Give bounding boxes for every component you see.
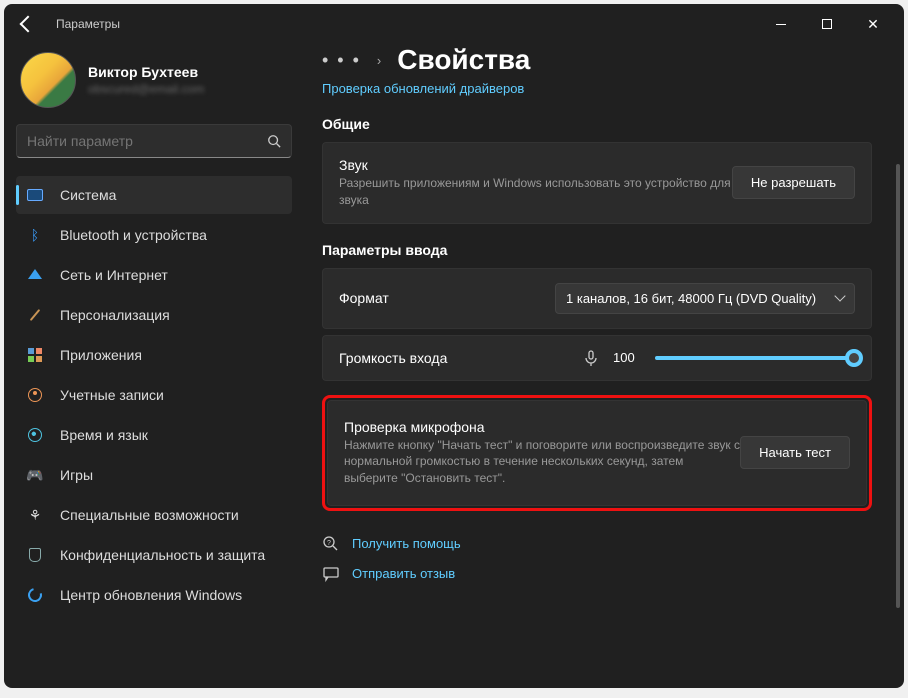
sidebar: Виктор Бухтеев obscured@email.com Систем… <box>4 44 304 688</box>
format-label: Формат <box>339 290 555 306</box>
games-icon: 🎮 <box>26 466 44 484</box>
privacy-icon <box>26 546 44 564</box>
slider-thumb[interactable] <box>845 349 863 367</box>
window-controls: ✕ <box>758 8 896 40</box>
nav-label: Центр обновления Windows <box>60 587 242 603</box>
nav-personalization[interactable]: Персонализация <box>16 296 292 334</box>
nav-update[interactable]: Центр обновления Windows <box>16 576 292 614</box>
nav-label: Система <box>60 187 116 203</box>
minimize-icon <box>776 24 786 25</box>
search-field[interactable] <box>16 124 292 158</box>
nav-label: Сеть и Интернет <box>60 267 168 283</box>
nav-time[interactable]: Время и язык <box>16 416 292 454</box>
chevron-right-icon: › <box>377 53 381 68</box>
nav-label: Приложения <box>60 347 142 363</box>
mic-test-title: Проверка микрофона <box>344 419 740 435</box>
chevron-down-icon <box>834 290 845 301</box>
body: Виктор Бухтеев obscured@email.com Систем… <box>4 44 904 688</box>
format-value: 1 каналов, 16 бит, 48000 Гц (DVD Quality… <box>566 291 816 306</box>
user-email: obscured@email.com <box>88 82 204 96</box>
close-icon: ✕ <box>867 16 879 33</box>
nav-accounts[interactable]: Учетные записи <box>16 376 292 414</box>
minimize-button[interactable] <box>758 8 804 40</box>
volume-slider[interactable] <box>655 356 855 360</box>
apps-icon <box>26 346 44 364</box>
driver-update-link[interactable]: Проверка обновлений драйверов <box>322 81 524 96</box>
section-input-title: Параметры ввода <box>322 242 872 258</box>
nav-network[interactable]: Сеть и Интернет <box>16 256 292 294</box>
network-icon <box>26 266 44 284</box>
window-title: Параметры <box>56 17 120 31</box>
search-input[interactable] <box>27 133 267 149</box>
page-title: Свойства <box>397 44 530 76</box>
svg-text:?: ? <box>327 540 331 547</box>
maximize-button[interactable] <box>804 8 850 40</box>
footer-links: ? Получить помощь Отправить отзыв <box>322 529 872 589</box>
arrow-left-icon <box>20 16 37 33</box>
volume-label: Громкость входа <box>339 350 569 366</box>
format-card: Формат 1 каналов, 16 бит, 48000 Гц (DVD … <box>322 268 872 329</box>
nav-label: Время и язык <box>60 427 148 443</box>
nav-accessibility[interactable]: ⚘ Специальные возможности <box>16 496 292 534</box>
titlebar: Параметры ✕ <box>4 4 904 44</box>
feedback-link[interactable]: Отправить отзыв <box>322 559 872 589</box>
back-button[interactable] <box>12 8 44 40</box>
nav-label: Bluetooth и устройства <box>60 227 207 243</box>
volume-value: 100 <box>613 350 641 365</box>
nav-system[interactable]: Система <box>16 176 292 214</box>
nav-label: Специальные возможности <box>60 507 239 523</box>
sound-desc: Разрешить приложениям и Windows использо… <box>339 175 732 209</box>
mic-test-card: Проверка микрофона Нажмите кнопку "Начат… <box>327 400 867 506</box>
update-icon <box>26 586 44 604</box>
breadcrumb-dots-button[interactable]: • • • <box>322 50 361 71</box>
system-icon <box>26 186 44 204</box>
breadcrumb: • • • › Свойства <box>322 44 872 76</box>
accessibility-icon: ⚘ <box>26 506 44 524</box>
maximize-icon <box>822 19 832 29</box>
nav-bluetooth[interactable]: ᛒ Bluetooth и устройства <box>16 216 292 254</box>
personalization-icon <box>26 306 44 324</box>
sound-title: Звук <box>339 157 732 173</box>
disallow-button[interactable]: Не разрешать <box>732 166 855 199</box>
search-icon <box>267 134 281 148</box>
close-button[interactable]: ✕ <box>850 8 896 40</box>
nav-label: Конфиденциальность и защита <box>60 547 265 563</box>
format-select[interactable]: 1 каналов, 16 бит, 48000 Гц (DVD Quality… <box>555 283 855 314</box>
scrollbar[interactable] <box>896 164 900 608</box>
start-test-button[interactable]: Начать тест <box>740 436 850 469</box>
mic-test-desc: Нажмите кнопку "Начать тест" и поговорит… <box>344 437 740 487</box>
nav-games[interactable]: 🎮 Игры <box>16 456 292 494</box>
volume-card: Громкость входа 100 <box>322 335 872 381</box>
user-name: Виктор Бухтеев <box>88 64 204 80</box>
nav-label: Учетные записи <box>60 387 164 403</box>
nav: Система ᛒ Bluetooth и устройства Сеть и И… <box>16 176 292 616</box>
content: • • • › Свойства Проверка обновлений дра… <box>304 44 904 688</box>
help-icon: ? <box>322 535 340 553</box>
mic-icon <box>583 350 599 366</box>
avatar <box>20 52 76 108</box>
highlight-box: Проверка микрофона Нажмите кнопку "Начат… <box>322 395 872 511</box>
section-general-title: Общие <box>322 116 872 132</box>
help-label: Получить помощь <box>352 536 461 551</box>
nav-label: Персонализация <box>60 307 170 323</box>
settings-window: Параметры ✕ Виктор Бухтеев obscured@emai… <box>4 4 904 688</box>
sound-card: Звук Разрешить приложениям и Windows исп… <box>322 142 872 224</box>
time-icon <box>26 426 44 444</box>
feedback-label: Отправить отзыв <box>352 566 455 581</box>
nav-label: Игры <box>60 467 93 483</box>
nav-privacy[interactable]: Конфиденциальность и защита <box>16 536 292 574</box>
get-help-link[interactable]: ? Получить помощь <box>322 529 872 559</box>
user-block[interactable]: Виктор Бухтеев obscured@email.com <box>16 44 292 124</box>
accounts-icon <box>26 386 44 404</box>
bluetooth-icon: ᛒ <box>26 226 44 244</box>
nav-apps[interactable]: Приложения <box>16 336 292 374</box>
feedback-icon <box>322 565 340 583</box>
